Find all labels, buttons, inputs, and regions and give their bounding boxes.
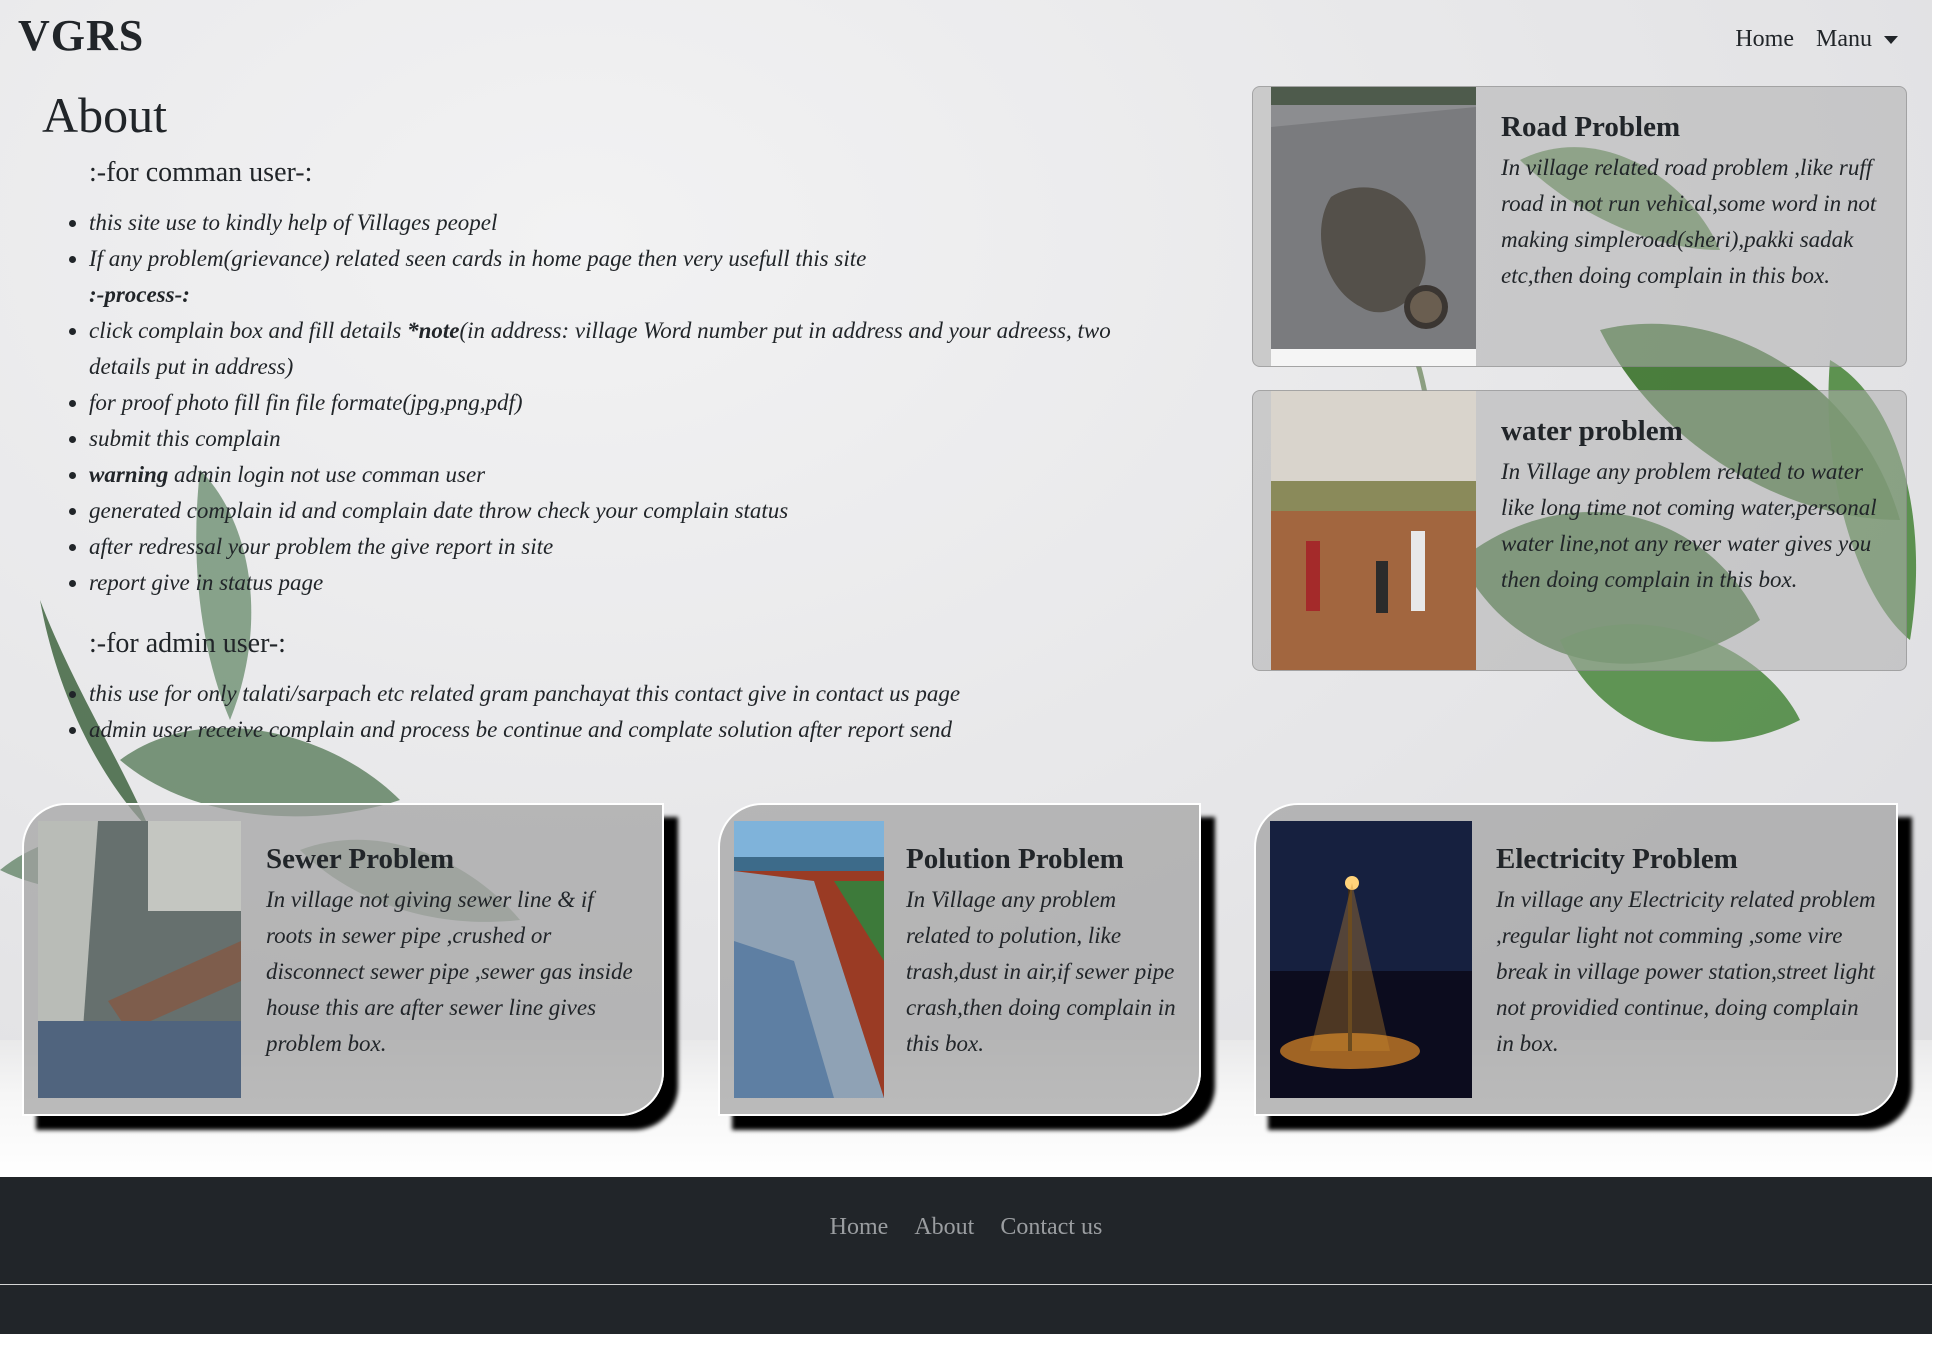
list-item: this use for only talati/sarpach etc rel… bbox=[89, 676, 1149, 712]
road-problem-card[interactable]: Road Problem In village related road pro… bbox=[1252, 86, 1907, 367]
electricity-problem-card[interactable]: Electricity Problem In village any Elect… bbox=[1254, 803, 1898, 1116]
footer-nav: Home About Contact us bbox=[0, 1214, 1932, 1241]
list-item: this site use to kindly help of Villages… bbox=[89, 205, 1149, 241]
warning-text: admin login not use comman user bbox=[168, 462, 486, 487]
admin-user-list: this use for only talati/sarpach etc rel… bbox=[0, 676, 1149, 748]
common-user-list: this site use to kindly help of Villages… bbox=[0, 205, 1149, 601]
process-text: click complain box and fill details bbox=[89, 318, 408, 343]
list-item: warning admin login not use comman user bbox=[89, 457, 1149, 493]
sewer-problem-image bbox=[38, 821, 241, 1098]
about-title: About bbox=[42, 87, 167, 143]
admin-user-heading: :-for admin user-: bbox=[89, 628, 286, 659]
footer-about-link[interactable]: About bbox=[914, 1214, 974, 1240]
footer-contact-link[interactable]: Contact us bbox=[1000, 1214, 1102, 1240]
list-item: generated complain id and complain date … bbox=[89, 493, 1149, 529]
brand-logo[interactable]: VGRS bbox=[18, 10, 144, 61]
list-item: submit this complain bbox=[89, 421, 1149, 457]
list-item: after redressal your problem the give re… bbox=[89, 529, 1149, 565]
water-problem-card[interactable]: water problem In Village any problem rel… bbox=[1252, 390, 1907, 671]
nav-menu-dropdown[interactable]: Manu bbox=[1816, 26, 1898, 53]
electricity-problem-image bbox=[1270, 821, 1472, 1098]
nav-home-link[interactable]: Home bbox=[1735, 26, 1794, 53]
list-item: If any problem(grievance) related seen c… bbox=[89, 241, 1149, 277]
warning-label: warning bbox=[89, 462, 169, 487]
list-item: admin user receive complain and process … bbox=[89, 712, 1149, 748]
card-title: water problem bbox=[1501, 415, 1683, 447]
card-title: Road Problem bbox=[1501, 111, 1681, 143]
card-text: In village related road problem ,like ru… bbox=[1501, 155, 1877, 288]
top-nav: Home Manu bbox=[1735, 26, 1898, 53]
card-text: In village not giving sewer line & if ro… bbox=[266, 887, 633, 1056]
pollution-problem-image bbox=[734, 821, 884, 1098]
list-item: report give in status page bbox=[89, 565, 1149, 601]
common-user-heading: :-for comman user-: bbox=[89, 157, 313, 188]
road-problem-image bbox=[1271, 87, 1476, 366]
card-title: Sewer Problem bbox=[266, 843, 455, 875]
list-item: for proof photo fill fin file formate(jp… bbox=[89, 385, 1149, 421]
card-text: In Village any problem related to poluti… bbox=[906, 887, 1176, 1056]
sewer-problem-card[interactable]: Sewer Problem In village not giving sewe… bbox=[22, 803, 664, 1116]
list-item: click complain box and fill details *not… bbox=[89, 313, 1149, 385]
note-label: *note bbox=[407, 318, 460, 343]
card-title: Polution Problem bbox=[906, 843, 1124, 875]
process-label: :-process-: bbox=[89, 282, 190, 307]
card-title: Electricity Problem bbox=[1496, 843, 1738, 875]
footer-home-link[interactable]: Home bbox=[830, 1214, 889, 1240]
footer: Home About Contact us bbox=[0, 1177, 1932, 1334]
card-text: In village any Electricity related probl… bbox=[1496, 887, 1876, 1056]
caret-down-icon bbox=[1884, 36, 1898, 45]
card-text: In Village any problem related to water … bbox=[1501, 459, 1877, 592]
water-problem-image bbox=[1271, 391, 1476, 670]
pollution-problem-card[interactable]: Polution Problem In Village any problem … bbox=[718, 803, 1201, 1116]
footer-divider bbox=[0, 1284, 1932, 1285]
nav-menu-label: Manu bbox=[1816, 26, 1872, 52]
